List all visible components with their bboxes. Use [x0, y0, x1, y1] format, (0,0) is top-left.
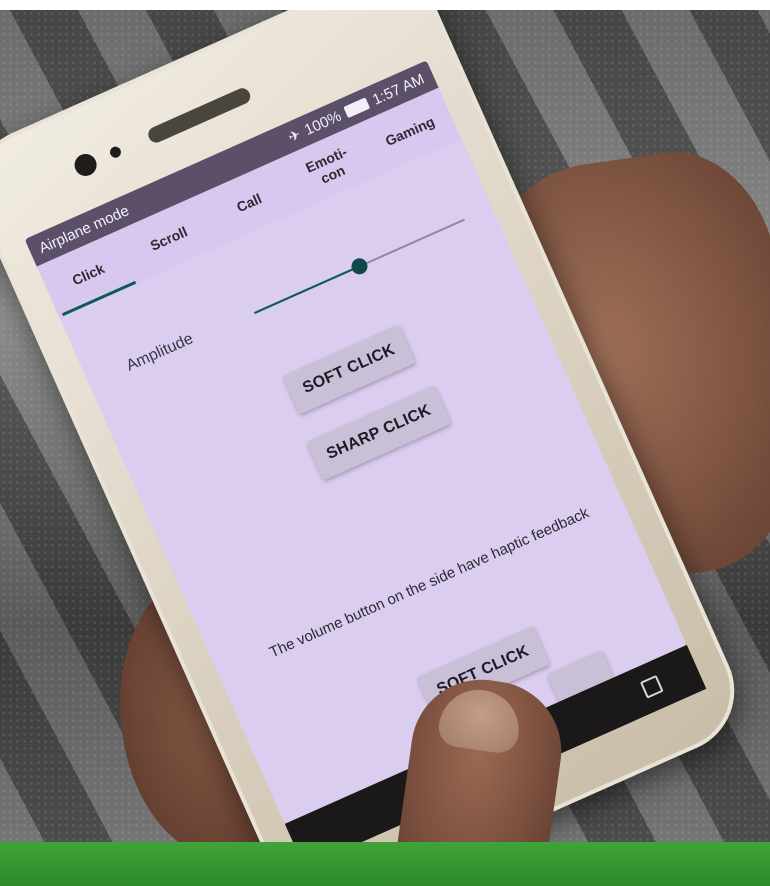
tab-label: Call	[234, 190, 265, 216]
battery-icon	[343, 97, 371, 119]
tab-label: Scroll	[147, 223, 190, 254]
slider-thumb[interactable]	[348, 255, 371, 277]
amplitude-label: Amplitude	[123, 330, 196, 375]
sensor-icon	[108, 144, 123, 160]
airplane-icon: ✈	[285, 125, 303, 145]
photo-background: Airplane mode ✈ 100% 1:57 AM Click Scrol…	[0, 10, 770, 886]
tab-label: Emoti- con	[303, 143, 350, 187]
amplitude-slider[interactable]	[254, 218, 465, 315]
tab-bar: Click Scroll Call Emoti- con Gaming	[36, 87, 462, 318]
tab-label: Click	[69, 260, 107, 289]
phone-transform: Airplane mode ✈ 100% 1:57 AM Click Scrol…	[0, 10, 755, 886]
earpiece-speaker	[145, 85, 253, 146]
slider-fill	[254, 265, 360, 315]
tab-label: Gaming	[382, 113, 437, 150]
front-camera-icon	[71, 150, 101, 180]
recents-square-icon[interactable]	[639, 674, 664, 699]
green-bar	[0, 842, 770, 886]
haptic-info-text: The volume button on the side have hapti…	[266, 504, 592, 662]
